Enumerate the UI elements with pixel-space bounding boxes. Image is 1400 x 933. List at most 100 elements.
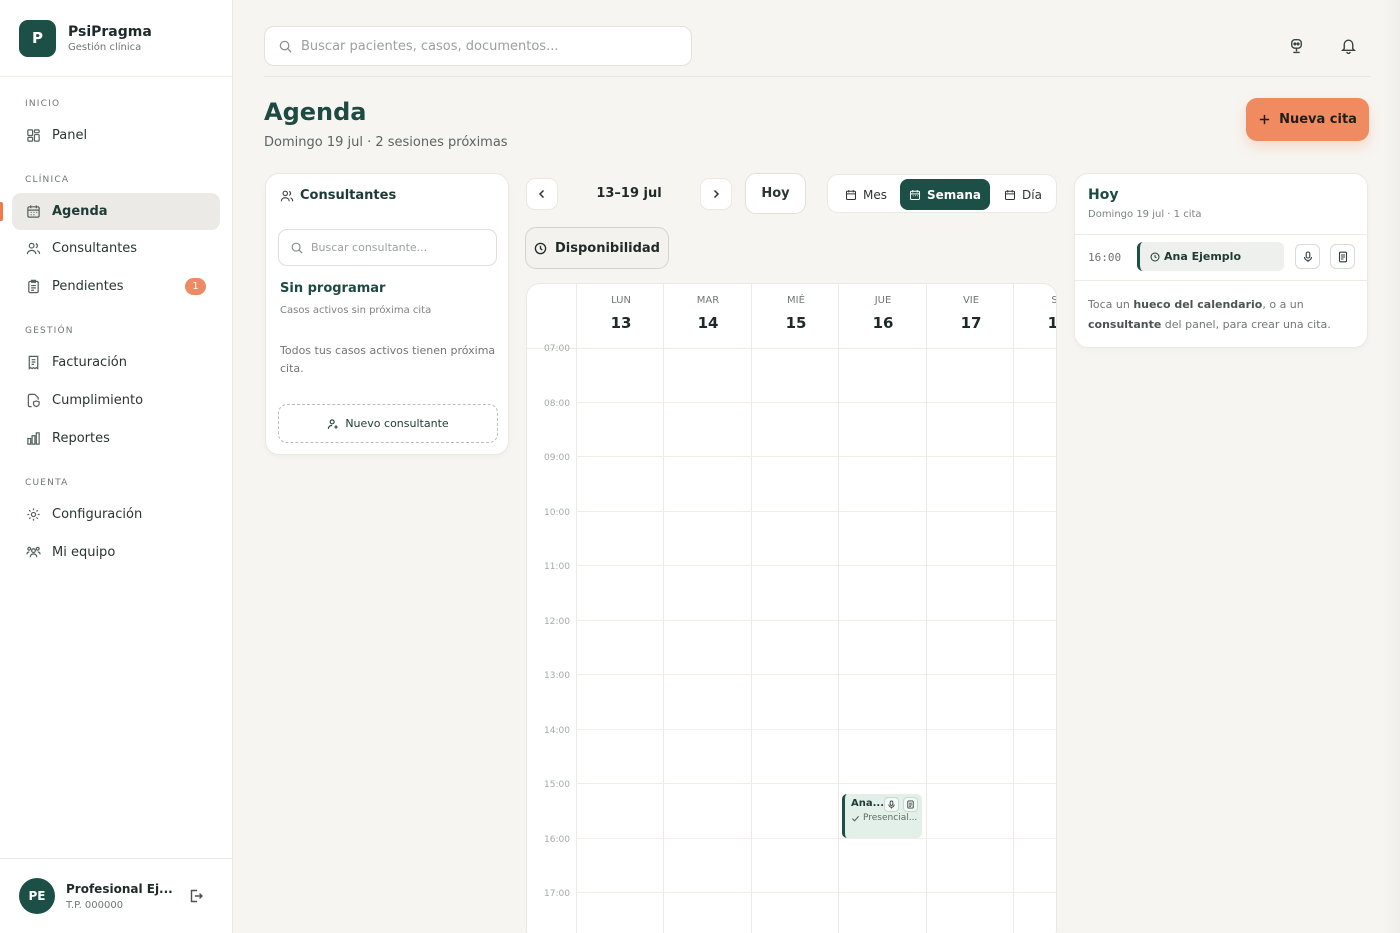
divider bbox=[1075, 234, 1369, 235]
day-name: VIE bbox=[962, 295, 980, 306]
consultant-search[interactable] bbox=[278, 229, 497, 266]
day-number: 17 bbox=[960, 314, 982, 332]
chevron-left-icon bbox=[536, 188, 548, 200]
new-appointment-button[interactable]: Nueva cita bbox=[1246, 98, 1369, 141]
new-consultant-button[interactable]: Nuevo consultante bbox=[278, 404, 498, 443]
event-notes-button[interactable] bbox=[903, 797, 918, 812]
sidebar-item-label: Panel bbox=[52, 128, 88, 143]
appointment-event[interactable]: Ana... Presencial... bbox=[842, 794, 922, 838]
consultantes-title: Consultantes bbox=[300, 188, 397, 203]
today-appointment[interactable]: Ana Ejemplo bbox=[1137, 242, 1284, 271]
hint-calendar-slot: hueco del calendario bbox=[1133, 298, 1263, 311]
dashboard-icon bbox=[26, 128, 41, 143]
hour-line bbox=[576, 729, 1056, 730]
sidebar-item-label: Configuración bbox=[52, 507, 143, 522]
event-record-button[interactable] bbox=[884, 797, 899, 812]
consultantes-panel: Consultantes Sin programar Casos activos… bbox=[265, 173, 509, 455]
sidebar-item-label: Mi equipo bbox=[52, 545, 116, 560]
session-notes-button[interactable] bbox=[1330, 244, 1355, 269]
sidebar-item-label: Consultantes bbox=[52, 241, 138, 256]
active-indicator bbox=[0, 202, 3, 221]
hour-label: 11:00 bbox=[544, 562, 570, 572]
day-number: 18 bbox=[1047, 314, 1057, 332]
clipboard-icon bbox=[26, 279, 41, 294]
week-range: 13–19 jul bbox=[596, 186, 662, 201]
nav-section-gestion: GESTIÓN bbox=[25, 326, 74, 336]
users-icon bbox=[280, 189, 294, 203]
hour-line bbox=[576, 892, 1056, 893]
day-number: 16 bbox=[872, 314, 894, 332]
today-hint: Toca un hueco del calendario, o a un con… bbox=[1088, 298, 1331, 331]
hour-label: 12:00 bbox=[544, 617, 570, 627]
sidebar-item-label: Agenda bbox=[52, 204, 108, 219]
team-icon bbox=[26, 545, 41, 560]
hour-label: 09:00 bbox=[544, 453, 570, 463]
sidebar-item-facturacion[interactable]: Facturación bbox=[12, 344, 220, 381]
hour-line bbox=[576, 674, 1056, 675]
availability-label: Disponibilidad bbox=[555, 240, 660, 256]
hour-label: 14:00 bbox=[544, 726, 570, 736]
view-week-button[interactable]: Semana bbox=[900, 179, 990, 210]
view-month-button[interactable]: Mes bbox=[833, 179, 899, 210]
brand-name: PsiPragma bbox=[68, 23, 152, 40]
clock-icon bbox=[534, 242, 547, 255]
day-column[interactable]: MAR 14 bbox=[663, 284, 751, 933]
sidebar-item-mi-equipo[interactable]: Mi equipo bbox=[12, 534, 220, 571]
logout-icon[interactable] bbox=[188, 888, 204, 904]
view-day-label: Día bbox=[1022, 187, 1042, 202]
empty-state-text: Todos tus casos activos tienen próxima c… bbox=[280, 344, 496, 375]
assistant-icon[interactable] bbox=[1288, 37, 1305, 54]
global-search[interactable] bbox=[264, 26, 692, 66]
search-input[interactable] bbox=[301, 38, 681, 54]
brand-logo: P bbox=[19, 19, 56, 57]
page-title: Agenda bbox=[264, 98, 367, 126]
day-column[interactable]: MIÉ 15 bbox=[751, 284, 839, 933]
sidebar-item-label: Reportes bbox=[52, 431, 110, 446]
shield-file-icon bbox=[26, 393, 41, 408]
day-column[interactable]: LUN 13 bbox=[576, 284, 664, 933]
profile-license: T.P. 000000 bbox=[66, 899, 124, 911]
brand[interactable]: P PsiPragma Gestión clínica bbox=[0, 0, 232, 77]
nav-section-inicio: INICIO bbox=[25, 99, 61, 109]
view-day-button[interactable]: Día bbox=[993, 179, 1053, 210]
view-week-label: Semana bbox=[926, 187, 982, 202]
day-name: LUN bbox=[611, 295, 631, 306]
today-button[interactable]: Hoy bbox=[745, 173, 806, 214]
sidebar-item-agenda[interactable]: Agenda bbox=[12, 193, 220, 230]
record-session-button[interactable] bbox=[1295, 244, 1320, 269]
next-week-button[interactable] bbox=[700, 178, 732, 210]
availability-button[interactable]: Disponibilidad bbox=[525, 227, 669, 269]
new-consultant-label: Nuevo consultante bbox=[345, 417, 449, 430]
day-number: 14 bbox=[697, 314, 719, 332]
prev-week-button[interactable] bbox=[526, 178, 558, 210]
pending-count-badge: 1 bbox=[185, 278, 206, 295]
nav-section-clinica: CLÍNICA bbox=[25, 175, 70, 185]
sidebar-item-label: Pendientes bbox=[52, 279, 124, 294]
consultant-search-input[interactable] bbox=[311, 241, 491, 254]
divider bbox=[1075, 280, 1369, 281]
event-subtitle: Presencial... bbox=[863, 813, 918, 823]
sidebar-item-reportes[interactable]: Reportes bbox=[12, 420, 220, 457]
sidebar-item-configuracion[interactable]: Configuración bbox=[12, 496, 220, 533]
user-profile[interactable]: PE Profesional Ej... T.P. 000000 bbox=[0, 858, 233, 933]
today-subtitle: Domingo 19 jul · 1 cita bbox=[1088, 209, 1202, 220]
hour-label: 07:00 bbox=[544, 344, 570, 354]
header-divider bbox=[264, 76, 1370, 77]
hour-line bbox=[576, 402, 1056, 403]
avatar: PE bbox=[19, 878, 55, 914]
sidebar-item-consultantes[interactable]: Consultantes bbox=[12, 230, 220, 267]
bell-icon[interactable] bbox=[1340, 37, 1357, 54]
plus-icon bbox=[1258, 113, 1271, 126]
clock-icon bbox=[1150, 251, 1160, 262]
sidebar-item-pendientes[interactable]: Pendientes 1 bbox=[12, 268, 220, 305]
sidebar-item-panel[interactable]: Panel bbox=[12, 117, 220, 154]
sidebar-item-cumplimiento[interactable]: Cumplimiento bbox=[12, 382, 220, 419]
calendar-icon bbox=[1004, 189, 1016, 201]
check-icon bbox=[851, 814, 860, 823]
sidebar-item-label: Facturación bbox=[52, 355, 127, 370]
appointment-time: 16:00 bbox=[1088, 251, 1122, 264]
day-column[interactable]: SÁ 18 bbox=[1013, 284, 1057, 933]
hour-line bbox=[576, 456, 1056, 457]
nav-section-cuenta: CUENTA bbox=[25, 478, 69, 488]
day-column[interactable]: VIE 17 bbox=[926, 284, 1014, 933]
